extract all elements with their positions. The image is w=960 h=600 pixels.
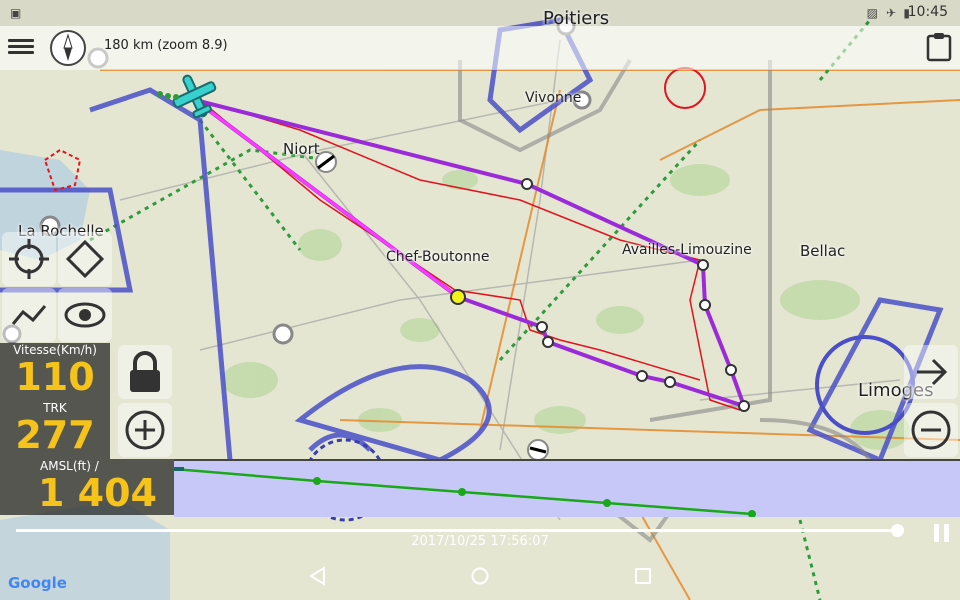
amsl-value: 1 404	[38, 471, 157, 515]
image-icon: ▣	[10, 6, 22, 20]
map-label: Niort	[283, 140, 320, 158]
eye-icon	[64, 302, 106, 328]
lock-icon	[130, 351, 160, 392]
clipboard-icon[interactable]	[926, 32, 952, 62]
rotate-icon	[65, 239, 105, 279]
back-icon[interactable]	[308, 566, 328, 586]
speed-value: 110	[15, 355, 95, 399]
graph-button[interactable]	[2, 288, 56, 342]
map-label: Availles-Limouzine	[622, 242, 752, 258]
map-label: Bellac	[800, 242, 846, 260]
status-bar: ▣ ▨ ✈ ▮ 10:45	[0, 0, 960, 26]
airplane-mode-icon: ✈	[885, 6, 896, 20]
nav-bar	[0, 548, 960, 600]
top-bar: 180 km (zoom 8.9)	[0, 26, 960, 70]
map-label: Vivonne	[525, 90, 582, 106]
next-button[interactable]	[904, 345, 958, 399]
lock-button[interactable]	[118, 345, 172, 399]
timeline-slider[interactable]	[16, 529, 898, 532]
zoom-out-button[interactable]	[904, 403, 958, 457]
trk-value: 277	[15, 413, 95, 457]
pause-icon[interactable]	[934, 524, 950, 542]
target-icon	[9, 239, 49, 279]
graph-icon	[11, 305, 47, 325]
trk-panel: TRK 277	[0, 401, 110, 459]
home-icon[interactable]	[470, 566, 490, 586]
no-sim-icon: ▨	[866, 6, 878, 20]
status-time: 10:45	[907, 4, 948, 20]
rotate-button[interactable]	[58, 232, 112, 286]
google-attribution: Google	[8, 574, 67, 592]
speed-panel: Vitesse(Km/h) 110	[0, 343, 110, 401]
compass-icon[interactable]	[50, 30, 86, 66]
zoom-out-icon	[911, 410, 951, 450]
target-button[interactable]	[2, 232, 56, 286]
recents-icon[interactable]	[633, 566, 653, 586]
zoom-in-button[interactable]	[118, 403, 172, 457]
map-label: Chef-Boutonne	[386, 249, 490, 265]
amsl-panel: AMSL(ft) / 1 404	[0, 459, 174, 515]
scale-zoom-text: 180 km (zoom 8.9)	[104, 38, 228, 53]
menu-icon[interactable]	[8, 36, 34, 58]
altitude-profile[interactable]	[173, 459, 960, 518]
timeline-datetime: 2017/10/25 17:56:07	[411, 534, 549, 549]
eye-button[interactable]	[58, 288, 112, 342]
zoom-in-icon	[125, 410, 165, 450]
arrow-right-icon	[917, 358, 948, 386]
